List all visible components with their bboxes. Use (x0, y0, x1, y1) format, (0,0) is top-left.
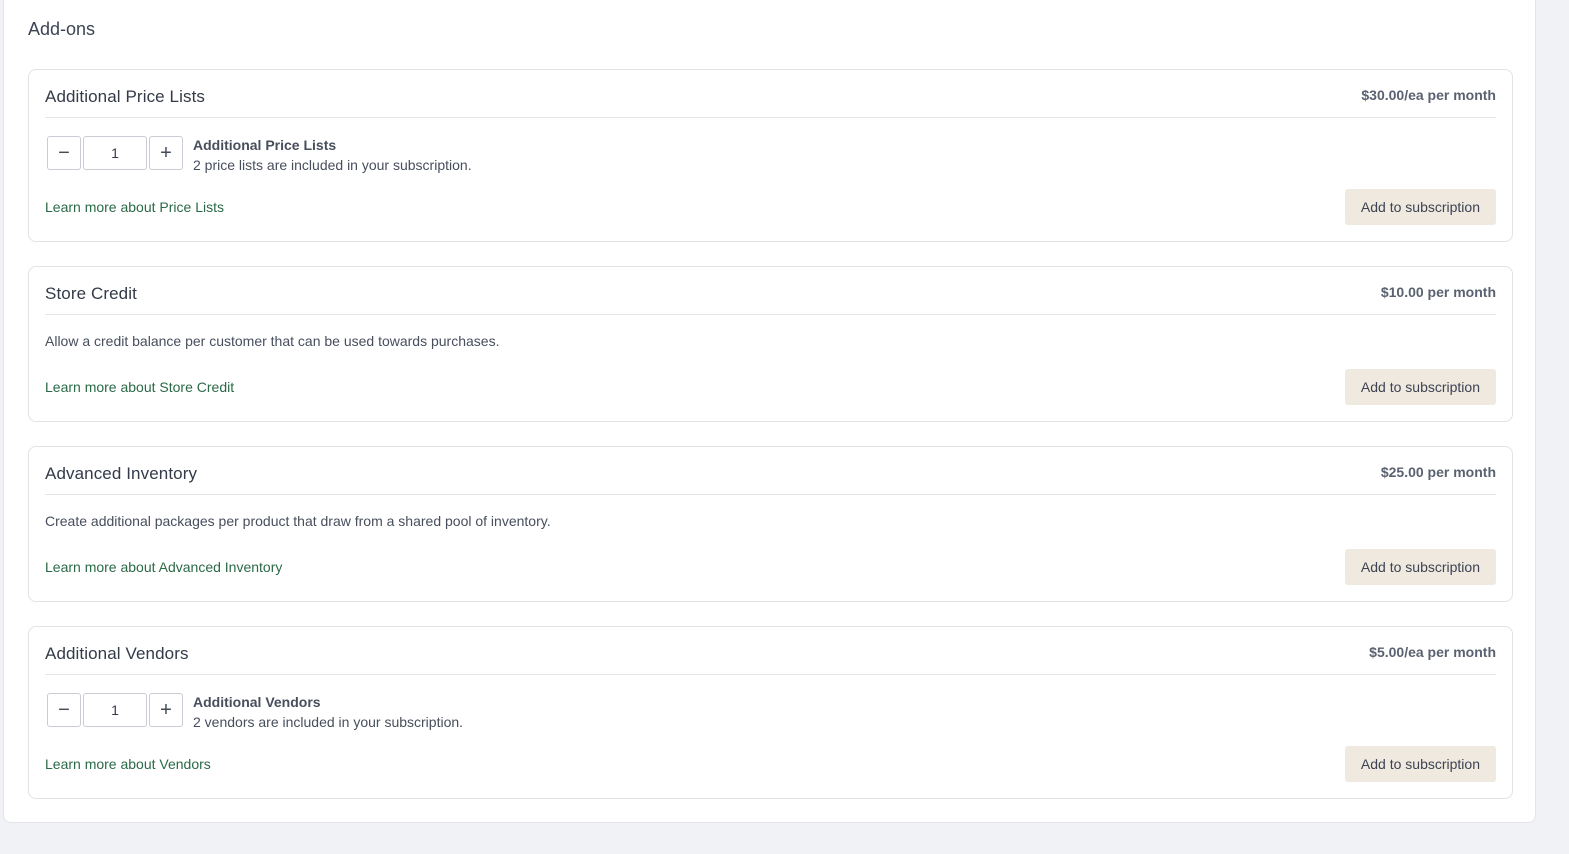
addon-card-body: − + Additional Price Lists 2 price lists… (45, 118, 1496, 225)
addon-title: Store Credit (45, 283, 137, 303)
learn-more-link[interactable]: Learn more about Store Credit (45, 379, 234, 395)
quantity-stepper: − + (47, 136, 183, 170)
quantity-input[interactable] (83, 136, 147, 170)
quantity-title: Additional Vendors (193, 694, 321, 710)
quantity-info: Additional Price Lists 2 price lists are… (193, 135, 472, 175)
quantity-stepper: − + (47, 693, 183, 727)
addon-price: $10.00 per month (1380, 283, 1496, 300)
addon-card-footer: Learn more about Advanced Inventory Add … (45, 549, 1496, 585)
addon-card-price-lists: Additional Price Lists $30.00/ea per mon… (28, 69, 1513, 242)
add-to-subscription-button[interactable]: Add to subscription (1344, 369, 1496, 405)
addon-price: $30.00/ea per month (1361, 86, 1496, 103)
addon-card-body: Allow a credit balance per customer that… (45, 315, 1496, 405)
quantity-input[interactable] (83, 693, 147, 727)
addon-card-footer: Learn more about Store Credit Add to sub… (45, 369, 1496, 405)
addon-price: $25.00 per month (1380, 463, 1496, 480)
add-to-subscription-button[interactable]: Add to subscription (1344, 549, 1496, 585)
quantity-info: Additional Vendors 2 vendors are include… (193, 692, 463, 732)
addon-card-vendors: Additional Vendors $5.00/ea per month − … (28, 626, 1513, 799)
learn-more-link[interactable]: Learn more about Price Lists (45, 199, 224, 215)
addon-card-header: Additional Vendors $5.00/ea per month (45, 627, 1496, 675)
addon-price: $5.00/ea per month (1369, 643, 1496, 660)
learn-more-link[interactable]: Learn more about Vendors (45, 756, 211, 772)
increment-button[interactable]: + (149, 693, 183, 727)
quantity-subtitle: 2 vendors are included in your subscript… (193, 714, 464, 730)
addon-card-store-credit: Store Credit $10.00 per month Allow a cr… (28, 266, 1513, 422)
addon-card-body: − + Additional Vendors 2 vendors are inc… (45, 675, 1496, 782)
minus-icon: − (58, 141, 70, 164)
add-to-subscription-button[interactable]: Add to subscription (1344, 746, 1496, 782)
increment-button[interactable]: + (149, 136, 183, 170)
quantity-title: Additional Price Lists (193, 137, 337, 153)
quantity-subtitle: 2 price lists are included in your subsc… (193, 157, 472, 173)
addon-title: Advanced Inventory (45, 463, 198, 483)
addon-card-body: Create additional packages per product t… (45, 495, 1496, 585)
quantity-row: − + Additional Vendors 2 vendors are inc… (45, 692, 1496, 730)
addon-card-advanced-inventory: Advanced Inventory $25.00 per month Crea… (28, 446, 1513, 602)
section-title: Add-ons (28, 19, 96, 39)
plus-icon: + (160, 141, 172, 164)
addon-description: Allow a credit balance per customer that… (45, 333, 500, 349)
quantity-row: − + Additional Price Lists 2 price lists… (45, 135, 1496, 173)
addon-title: Additional Vendors (45, 643, 189, 663)
addon-title: Additional Price Lists (45, 86, 205, 106)
plus-icon: + (160, 698, 172, 721)
addon-card-header: Additional Price Lists $30.00/ea per mon… (45, 70, 1496, 118)
addons-panel: Add-ons Additional Price Lists $30.00/ea… (3, 0, 1536, 823)
decrement-button[interactable]: − (47, 693, 81, 727)
addon-card-header: Advanced Inventory $25.00 per month (45, 447, 1496, 495)
minus-icon: − (58, 698, 70, 721)
addon-description: Create additional packages per product t… (45, 513, 551, 529)
addon-list: Additional Price Lists $30.00/ea per mon… (28, 69, 1513, 823)
addon-card-footer: Learn more about Vendors Add to subscrip… (45, 746, 1496, 782)
addon-card-footer: Learn more about Price Lists Add to subs… (45, 189, 1496, 225)
add-to-subscription-button[interactable]: Add to subscription (1344, 189, 1496, 225)
decrement-button[interactable]: − (47, 136, 81, 170)
learn-more-link[interactable]: Learn more about Advanced Inventory (45, 559, 282, 575)
addon-card-header: Store Credit $10.00 per month (45, 267, 1496, 315)
